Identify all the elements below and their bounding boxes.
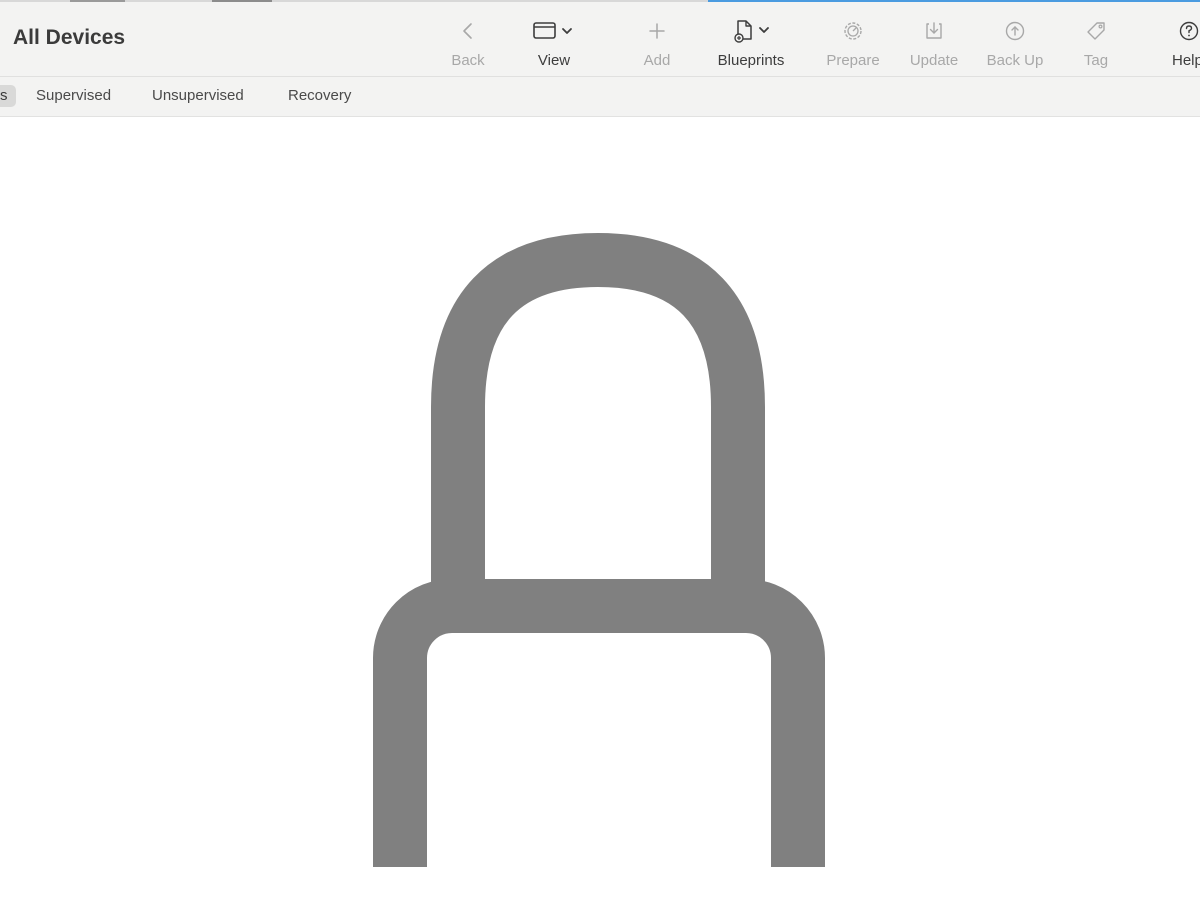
blueprints-button[interactable]: Blueprints (711, 16, 791, 74)
update-button[interactable]: Update (905, 16, 963, 74)
toolbar: All Devices Back View Add Blueprints Pre… (0, 2, 1200, 77)
download-tray-icon (923, 16, 945, 46)
view-label: View (537, 52, 571, 69)
backup-label: Back Up (986, 52, 1044, 69)
backup-button[interactable]: Back Up (982, 16, 1048, 74)
prepare-button[interactable]: Prepare (822, 16, 884, 74)
window-title: All Devices (13, 26, 126, 49)
filter-recovery[interactable]: Recovery (288, 85, 351, 107)
add-button[interactable]: Add (639, 16, 675, 74)
filter-all[interactable]: s (0, 85, 16, 107)
blueprints-label: Blueprints (717, 52, 785, 69)
gear-icon (842, 16, 864, 46)
tag-icon (1085, 16, 1107, 46)
update-label: Update (909, 52, 959, 69)
back-button[interactable]: Back (447, 16, 489, 74)
tag-label: Tag (1083, 52, 1109, 69)
tag-button[interactable]: Tag (1078, 16, 1114, 74)
device-content-area (0, 117, 1200, 900)
padlock-icon (370, 232, 830, 900)
window-view-icon (531, 16, 577, 46)
question-circle-icon (1170, 16, 1200, 46)
arrow-up-circle-icon (1004, 16, 1026, 46)
help-label: Help (1172, 52, 1200, 69)
add-label: Add (643, 52, 671, 69)
help-button[interactable]: Help (1170, 16, 1200, 74)
device-filter-bar: s Supervised Unsupervised Recovery (0, 77, 1200, 117)
prepare-label: Prepare (826, 52, 880, 69)
back-label: Back (451, 52, 485, 69)
blueprint-doc-icon (728, 16, 774, 46)
filter-supervised[interactable]: Supervised (36, 85, 111, 107)
view-button[interactable]: View (526, 16, 582, 74)
filter-unsupervised[interactable]: Unsupervised (152, 85, 244, 107)
plus-icon (647, 16, 667, 46)
app-window: All Devices Back View Add Blueprints Pre… (0, 0, 1200, 900)
chevron-left-icon (461, 16, 475, 46)
